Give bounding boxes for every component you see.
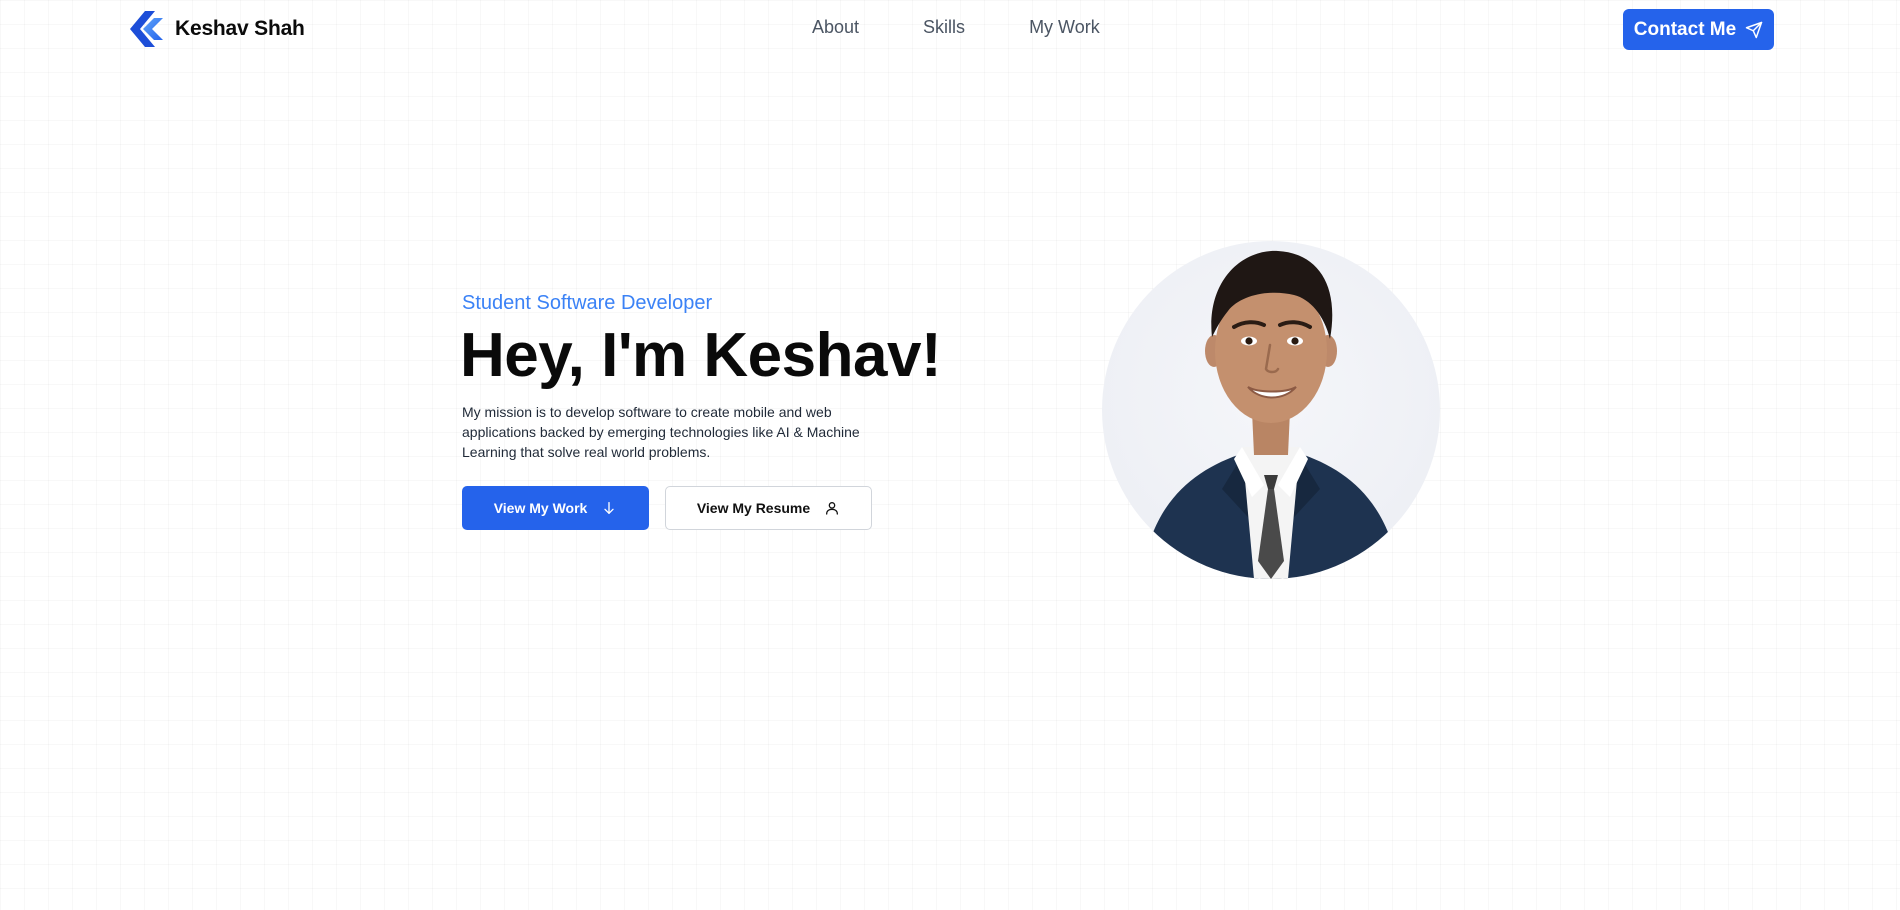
view-my-work-button[interactable]: View My Work xyxy=(462,486,649,530)
top-nav: Keshav Shah About Skills My Work Contact… xyxy=(0,0,1900,58)
brand-name: Keshav Shah xyxy=(175,17,305,40)
nav-link-skills[interactable]: Skills xyxy=(923,17,965,38)
nav-link-my-work[interactable]: My Work xyxy=(1029,17,1100,38)
paper-plane-icon xyxy=(1745,21,1763,38)
view-my-work-label: View My Work xyxy=(493,500,588,516)
brand-link[interactable]: Keshav Shah xyxy=(130,10,305,48)
hero-title: Hey, I'm Keshav! xyxy=(460,321,942,390)
nav-links: About Skills My Work xyxy=(812,17,1100,38)
hero-description: My mission is to develop software to cre… xyxy=(462,404,860,460)
view-my-resume-label: View My Resume xyxy=(696,500,811,516)
arrow-down-icon xyxy=(604,502,614,514)
hero-eyebrow: Student Software Developer xyxy=(462,292,713,314)
view-my-resume-button[interactable]: View My Resume xyxy=(665,486,872,530)
profile-photo xyxy=(1102,241,1440,579)
contact-me-label: Contact Me xyxy=(1633,18,1737,40)
portrait-illustration xyxy=(1142,250,1400,579)
chevron-left-logo-icon xyxy=(130,11,163,47)
contact-me-button[interactable]: Contact Me xyxy=(1623,9,1774,50)
nav-link-about[interactable]: About xyxy=(812,17,859,38)
page: Keshav Shah About Skills My Work Contact… xyxy=(0,0,1900,910)
user-icon xyxy=(826,502,839,515)
